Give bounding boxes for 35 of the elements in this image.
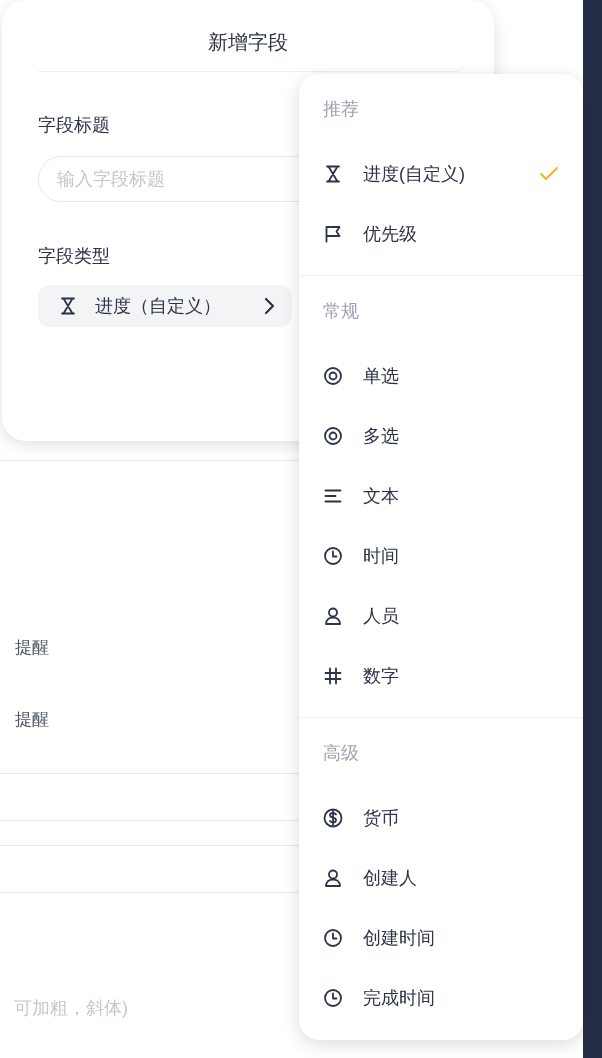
section-header: 推荐	[323, 98, 359, 120]
clock-icon	[323, 546, 343, 566]
person-icon	[323, 606, 343, 626]
menu-item[interactable]: 完成时间	[299, 968, 583, 1028]
menu-item[interactable]: 货币	[299, 788, 583, 848]
field-label: 字段标题	[38, 114, 110, 137]
dollar-circle-icon	[323, 808, 343, 828]
reminder-text: 提醒	[15, 709, 49, 731]
section-header: 高级	[323, 742, 359, 764]
check-icon	[539, 166, 559, 182]
menu-item[interactable]: 创建人	[299, 848, 583, 908]
menu-item[interactable]: 文本	[299, 466, 583, 526]
clock-icon	[323, 988, 343, 1008]
clock-icon	[323, 928, 343, 948]
chevron-right-icon	[262, 296, 276, 316]
menu-item[interactable]: 单选	[299, 346, 583, 406]
menu-item[interactable]: 优先级	[299, 204, 583, 264]
hourglass-icon	[58, 296, 78, 316]
menu-item[interactable]: 进度(自定义)	[299, 144, 583, 204]
menu-item[interactable]: 多选	[299, 406, 583, 466]
hourglass-icon	[323, 164, 343, 184]
menu-item[interactable]: 时间	[299, 526, 583, 586]
flag-icon	[323, 224, 343, 244]
person-icon	[323, 868, 343, 888]
hash-icon	[323, 666, 343, 686]
dialog-title: 新增字段	[208, 30, 288, 55]
radio-icon	[323, 426, 343, 446]
reminder-text: 提醒	[15, 637, 49, 659]
field-label: 字段类型	[38, 245, 110, 268]
type-select-button[interactable]: 进度（自定义）	[38, 285, 292, 327]
radio-icon	[323, 366, 343, 386]
menu-item[interactable]: 人员	[299, 586, 583, 646]
section-header: 常规	[323, 300, 359, 322]
menu-item[interactable]: 创建时间	[299, 908, 583, 968]
menu-item[interactable]: 数字	[299, 646, 583, 706]
